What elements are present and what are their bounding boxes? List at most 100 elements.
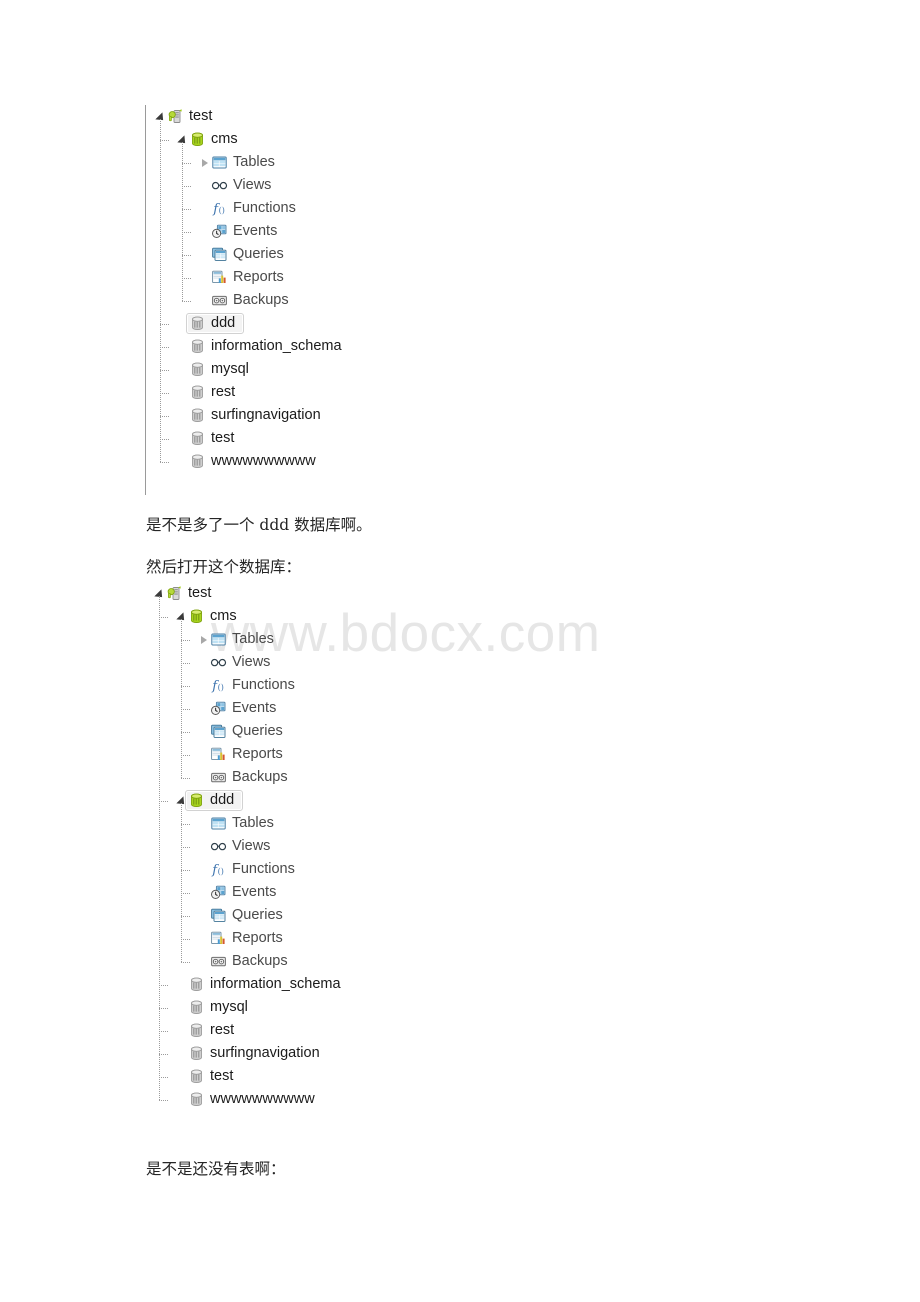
tree-node-surfingnavigation[interactable]: surfingnavigation (145, 1042, 595, 1065)
tree-node-tables[interactable]: Tables (145, 812, 595, 835)
tree-guide-tee (181, 708, 190, 710)
expander-closed-icon[interactable] (197, 628, 210, 651)
tree-node-events[interactable]: Events (145, 697, 595, 720)
svg-text:(): () (219, 206, 225, 215)
tree-guide-tee (159, 984, 168, 986)
tree-node-label: Views (232, 654, 271, 671)
tree-node-reports[interactable]: Reports (145, 743, 595, 766)
database-idle-icon (189, 407, 206, 424)
tree-guide-tee (181, 915, 190, 917)
node-content: Queries (210, 907, 283, 924)
tree-node-label: Views (232, 838, 271, 855)
tree-node-label: test (189, 108, 213, 125)
database-idle-icon (188, 1091, 205, 1108)
tree-node-test[interactable]: test (146, 105, 546, 128)
node-content: Tables (211, 154, 275, 171)
tree-guide-tee (182, 162, 191, 164)
tree-guide-tee (160, 369, 169, 371)
tree-node-information-schema[interactable]: information_schema (146, 335, 546, 358)
tree-node-reports[interactable]: Reports (145, 927, 595, 950)
expander-placeholder (197, 835, 210, 858)
node-content: Backups (211, 292, 289, 309)
node-content: Views (210, 838, 270, 855)
tree-node-label: cms (210, 608, 237, 625)
tree-node-events[interactable]: Events (145, 881, 595, 904)
tree-node-queries[interactable]: Queries (145, 720, 595, 743)
tree-guide-tee (159, 1053, 168, 1055)
tree-node-events[interactable]: Events (146, 220, 546, 243)
database-tree-expanded[interactable]: test cms Tables Views f() Functions Events Quer… (145, 582, 595, 1111)
tree-node-functions[interactable]: f() Functions (145, 858, 595, 881)
tree-node-test[interactable]: test (146, 427, 546, 450)
expander-placeholder (175, 1088, 188, 1111)
tree-node-views[interactable]: Views (145, 651, 595, 674)
tree-node-functions[interactable]: f() Functions (145, 674, 595, 697)
node-content: Reports (211, 269, 284, 286)
tree-node-label: surfingnavigation (211, 407, 321, 424)
tree-guide-tee (181, 892, 190, 894)
tree-node-test[interactable]: test (145, 1065, 595, 1088)
tree-node-ddd[interactable]: ddd (145, 789, 595, 812)
tree-node-label: information_schema (211, 338, 342, 355)
tree-node-rest[interactable]: rest (146, 381, 546, 404)
tree-guide-tee (181, 662, 190, 664)
tree-node-backups[interactable]: Backups (145, 766, 595, 789)
tree-node-reports[interactable]: Reports (146, 266, 546, 289)
tree-node-label: Functions (232, 677, 295, 694)
tree-guide-line (160, 118, 161, 462)
expander-placeholder (176, 381, 189, 404)
selected-node-highlight[interactable]: ddd (185, 790, 244, 811)
tree-guide-tee (159, 1030, 168, 1032)
node-content: Views (211, 177, 271, 194)
tree-node-views[interactable]: Views (146, 174, 546, 197)
tree-node-mysql[interactable]: mysql (145, 996, 595, 1019)
selected-node-highlight[interactable]: ddd (186, 313, 245, 334)
tree-node-wwwwwwwwww[interactable]: wwwwwwwwww (145, 1088, 595, 1111)
expander-placeholder (197, 881, 210, 904)
functions-icon: f() (211, 200, 228, 217)
events-icon (210, 700, 227, 717)
node-content: rest (189, 384, 235, 401)
node-content: f() Functions (211, 200, 296, 217)
node-content: surfingnavigation (189, 407, 321, 424)
tree-node-cms[interactable]: cms (145, 605, 595, 628)
tree-node-views[interactable]: Views (145, 835, 595, 858)
node-content: Queries (210, 723, 283, 740)
tree-node-rest[interactable]: rest (145, 1019, 595, 1042)
tree-node-queries[interactable]: Queries (146, 243, 546, 266)
tree-node-functions[interactable]: f() Functions (146, 197, 546, 220)
tree-node-test[interactable]: test (145, 582, 595, 605)
tree-node-information-schema[interactable]: information_schema (145, 973, 595, 996)
tree-node-label: Events (233, 223, 278, 240)
tree-node-label: Views (233, 177, 272, 194)
expander-closed-icon[interactable] (198, 151, 211, 174)
tree-node-label: cms (211, 131, 238, 148)
database-idle-icon (188, 1022, 205, 1039)
views-icon (210, 654, 227, 671)
tree-guide-tee (159, 1099, 168, 1101)
tree-node-label: Events (232, 884, 277, 901)
tables-icon (211, 154, 228, 171)
tree-node-tables[interactable]: Tables (145, 628, 595, 651)
tree-guide-tee (181, 961, 190, 963)
expander-placeholder (197, 743, 210, 766)
expander-placeholder (198, 220, 211, 243)
node-content: f() Functions (210, 677, 295, 694)
database-tree-collapsed[interactable]: test cms Tables Views f() Functions Events Quer… (146, 105, 546, 473)
queries-icon (210, 907, 227, 924)
tree-node-backups[interactable]: Backups (145, 950, 595, 973)
tree-node-ddd[interactable]: ddd (146, 312, 546, 335)
tree-node-label: mysql (210, 999, 248, 1016)
database-idle-icon (189, 430, 206, 447)
tree-node-wwwwwwwwww[interactable]: wwwwwwwwww (146, 450, 546, 473)
expander-placeholder (198, 289, 211, 312)
tree-node-tables[interactable]: Tables (146, 151, 546, 174)
tree-node-surfingnavigation[interactable]: surfingnavigation (146, 404, 546, 427)
tree-node-cms[interactable]: cms (146, 128, 546, 151)
expander-placeholder (176, 404, 189, 427)
tree-node-queries[interactable]: Queries (145, 904, 595, 927)
tree-node-label: test (188, 585, 212, 602)
tree-node-mysql[interactable]: mysql (146, 358, 546, 381)
node-content: Events (210, 700, 276, 717)
tree-node-backups[interactable]: Backups (146, 289, 546, 312)
